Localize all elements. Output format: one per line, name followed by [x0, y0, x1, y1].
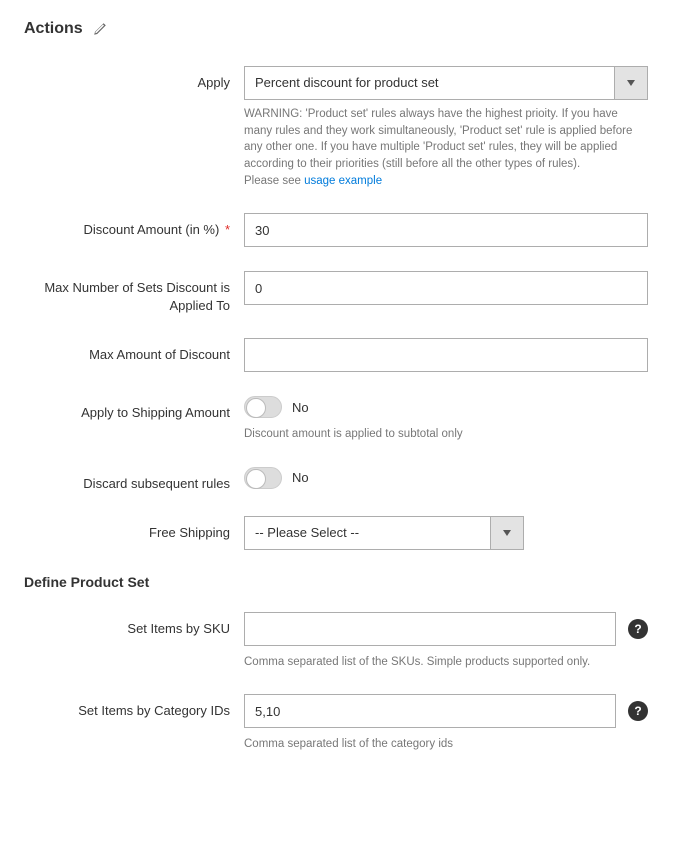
discard-rules-toggle[interactable] — [244, 467, 282, 489]
apply-warning-suffix: Please see — [244, 175, 304, 187]
apply-warning: WARNING: 'Product set' rules always have… — [244, 106, 648, 189]
chevron-down-icon[interactable] — [490, 516, 524, 550]
max-discount-label: Max Amount of Discount — [24, 338, 244, 364]
section-title-text: Actions — [24, 20, 83, 38]
free-shipping-select[interactable]: -- Please Select -- — [244, 516, 524, 550]
subsection-heading: Define Product Set — [24, 574, 661, 590]
pencil-icon[interactable] — [93, 22, 107, 36]
discard-rules-label: Discard subsequent rules — [24, 467, 244, 493]
max-discount-input[interactable] — [244, 338, 648, 372]
apply-warning-text: WARNING: 'Product set' rules always have… — [244, 108, 632, 170]
question-icon[interactable]: ? — [628, 701, 648, 721]
section-heading: Actions — [24, 20, 661, 38]
set-category-label: Set Items by Category IDs — [24, 694, 244, 720]
discard-rules-value: No — [292, 470, 309, 485]
question-icon[interactable]: ? — [628, 619, 648, 639]
set-sku-note: Comma separated list of the SKUs. Simple… — [244, 654, 648, 670]
set-sku-input[interactable] — [244, 612, 616, 646]
free-shipping-value: -- Please Select -- — [244, 516, 490, 550]
discount-amount-label: Discount Amount (in %) — [24, 213, 244, 239]
apply-label: Apply — [24, 66, 244, 92]
max-sets-input[interactable] — [244, 271, 648, 305]
max-sets-label: Max Number of Sets Discount is Applied T… — [24, 271, 244, 314]
free-shipping-label: Free Shipping — [24, 516, 244, 542]
apply-select-value: Percent discount for product set — [244, 66, 614, 100]
chevron-down-icon[interactable] — [614, 66, 648, 100]
apply-shipping-note: Discount amount is applied to subtotal o… — [244, 426, 648, 442]
set-category-input[interactable] — [244, 694, 616, 728]
apply-shipping-label: Apply to Shipping Amount — [24, 396, 244, 422]
set-sku-label: Set Items by SKU — [24, 612, 244, 638]
apply-shipping-value: No — [292, 400, 309, 415]
discount-amount-input[interactable] — [244, 213, 648, 247]
apply-select[interactable]: Percent discount for product set — [244, 66, 648, 100]
apply-shipping-toggle[interactable] — [244, 396, 282, 418]
set-category-note: Comma separated list of the category ids — [244, 736, 648, 752]
usage-example-link[interactable]: usage example — [304, 175, 382, 187]
